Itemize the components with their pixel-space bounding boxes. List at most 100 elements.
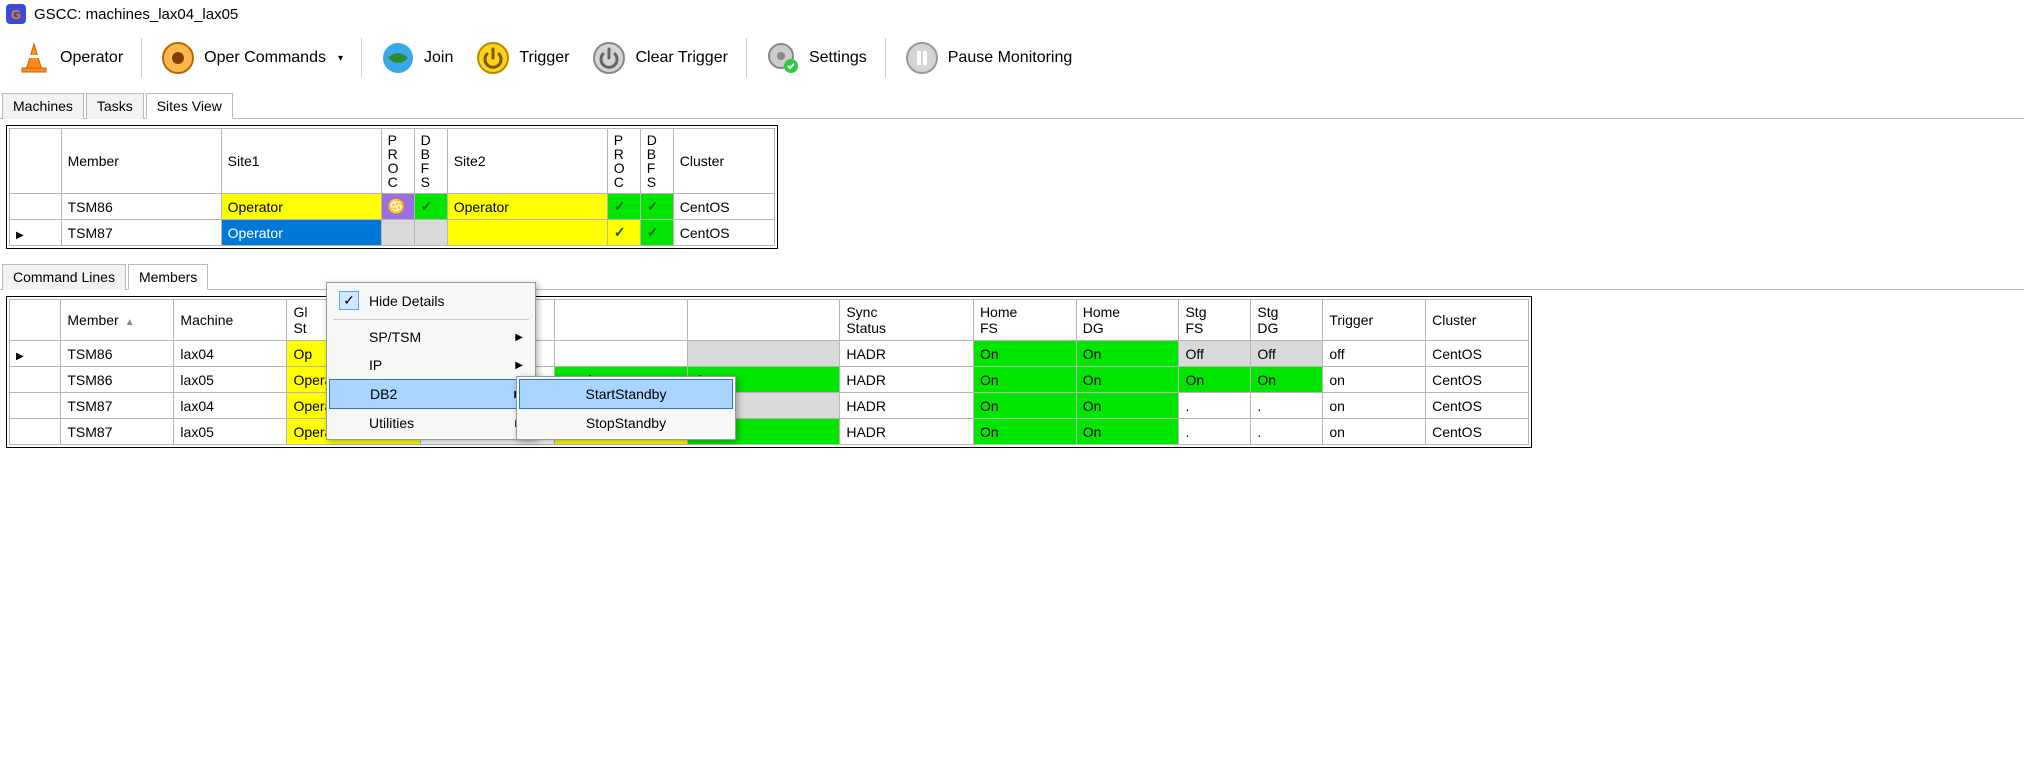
table-row[interactable]: TSM87 lax04 Operator Operator inactive O…	[10, 393, 1529, 419]
cell[interactable]: On	[1251, 367, 1323, 393]
cell-site2[interactable]: Operator	[447, 194, 607, 220]
cell-dbfs1[interactable]: ✓	[414, 194, 447, 220]
operator-button[interactable]: Operator	[6, 34, 133, 82]
tab-sites-view[interactable]: Sites View	[146, 93, 233, 119]
cell[interactable]: CentOS	[1426, 419, 1529, 445]
cell[interactable]	[554, 341, 688, 367]
join-button[interactable]: Join	[370, 34, 463, 82]
col-trigger[interactable]: Trigger	[1323, 300, 1426, 341]
menu-utilities[interactable]: Utilities ▶	[329, 409, 533, 437]
col-db2[interactable]	[554, 300, 688, 341]
cell-dbfs2[interactable]: ✓	[640, 194, 673, 220]
cell[interactable]: HADR	[840, 341, 974, 367]
cell[interactable]: On	[1076, 341, 1179, 367]
cell[interactable]: On	[973, 419, 1076, 445]
col-site1[interactable]: Site1	[221, 129, 381, 194]
cell[interactable]: On	[1179, 367, 1251, 393]
menu-stop-standby[interactable]: StopStandby	[519, 409, 733, 437]
tab-command-lines[interactable]: Command Lines	[2, 264, 126, 290]
cell-proc1[interactable]	[381, 220, 414, 246]
cell-dbfs2[interactable]: ✓	[640, 220, 673, 246]
col-sync[interactable]: SyncStatus	[840, 300, 974, 341]
cell[interactable]: lax04	[174, 393, 287, 419]
col-stg-fs[interactable]: StgFS	[1179, 300, 1251, 341]
cell[interactable]: .	[1179, 419, 1251, 445]
pause-monitoring-button[interactable]: Pause Monitoring	[894, 34, 1083, 82]
cell[interactable]: CentOS	[1426, 341, 1529, 367]
col-machine[interactable]: Machine	[174, 300, 287, 341]
tab-machines[interactable]: Machines	[2, 93, 84, 119]
cell[interactable]: off	[1323, 341, 1426, 367]
cell-site1[interactable]: Operator	[221, 220, 381, 246]
tab-members[interactable]: Members	[128, 264, 208, 290]
table-row[interactable]: TSM87 lax05 Operator Operator running_p_…	[10, 419, 1529, 445]
table-row[interactable]: ▶ TSM86 lax04 Op HADR On On Off Off off …	[10, 341, 1529, 367]
cell-cluster[interactable]: CentOS	[673, 194, 774, 220]
cell[interactable]: On	[973, 367, 1076, 393]
cell-proc2[interactable]: ✓	[607, 194, 640, 220]
cell-dbfs1[interactable]	[414, 220, 447, 246]
cell[interactable]: on	[1323, 367, 1426, 393]
col-home-fs[interactable]: HomeFS	[973, 300, 1076, 341]
col-site2[interactable]: Site2	[447, 129, 607, 194]
table-row[interactable]: ▶ TSM87 Operator ✓ ✓ CentOS	[10, 220, 775, 246]
col-member[interactable]: Member	[61, 129, 221, 194]
cell-site1[interactable]: Operator	[221, 194, 381, 220]
cell[interactable]: .	[1179, 393, 1251, 419]
cell[interactable]: On	[973, 393, 1076, 419]
cell[interactable]: On	[973, 341, 1076, 367]
col-proc2[interactable]: PROC	[607, 129, 640, 194]
oper-commands-button[interactable]: Oper Commands ▾	[150, 34, 353, 82]
cell[interactable]: On	[1076, 419, 1179, 445]
cell[interactable]: TSM86	[61, 341, 174, 367]
menu-sp-tsm[interactable]: SP/TSM ▶	[329, 323, 533, 351]
settings-button[interactable]: Settings	[755, 34, 877, 82]
table-row[interactable]: TSM86 Operator ♋ ✓ Operator ✓ ✓ CentOS	[10, 194, 775, 220]
cell[interactable]: lax04	[174, 341, 287, 367]
cell[interactable]: On	[1076, 393, 1179, 419]
cell-proc1[interactable]: ♋	[381, 194, 414, 220]
table-row[interactable]: TSM86 lax05 Operator Operator running_p_…	[10, 367, 1529, 393]
menu-ip[interactable]: IP ▶	[329, 351, 533, 379]
cell[interactable]: TSM86	[61, 367, 174, 393]
menu-db2[interactable]: DB2 ▶ StartStandby StopStandby	[329, 379, 533, 409]
cell[interactable]: lax05	[174, 367, 287, 393]
tab-tasks[interactable]: Tasks	[86, 93, 144, 119]
col-stg-dg[interactable]: StgDG	[1251, 300, 1323, 341]
clear-trigger-button[interactable]: Clear Trigger	[581, 34, 737, 82]
menu-hide-details[interactable]: ✓ Hide Details	[329, 285, 533, 316]
col-proc1[interactable]: PROC	[381, 129, 414, 194]
cell[interactable]: TSM87	[61, 393, 174, 419]
cell-member[interactable]: TSM87	[61, 220, 221, 246]
cell[interactable]: lax05	[174, 419, 287, 445]
cell[interactable]: on	[1323, 419, 1426, 445]
cell[interactable]: Off	[1179, 341, 1251, 367]
trigger-button[interactable]: Trigger	[465, 34, 579, 82]
cell[interactable]: HADR	[840, 393, 974, 419]
col-db2-state[interactable]	[688, 300, 840, 341]
cell-member[interactable]: TSM86	[61, 194, 221, 220]
context-menu[interactable]: ✓ Hide Details SP/TSM ▶ IP ▶ DB2 ▶ Start…	[326, 282, 536, 440]
col-dbfs1[interactable]: DBFS	[414, 129, 447, 194]
cell[interactable]	[688, 341, 840, 367]
cell[interactable]: on	[1323, 393, 1426, 419]
cell[interactable]: Off	[1251, 341, 1323, 367]
menu-start-standby[interactable]: StartStandby	[519, 379, 733, 409]
cell[interactable]: HADR	[840, 367, 974, 393]
cell[interactable]: .	[1251, 419, 1323, 445]
cell[interactable]: TSM87	[61, 419, 174, 445]
cell-cluster[interactable]: CentOS	[673, 220, 774, 246]
cell-proc2[interactable]: ✓	[607, 220, 640, 246]
col-dbfs2[interactable]: DBFS	[640, 129, 673, 194]
cell-site2[interactable]	[447, 220, 607, 246]
col-member[interactable]: Member▲	[61, 300, 174, 341]
cell[interactable]: .	[1251, 393, 1323, 419]
col-cluster[interactable]: Cluster	[1426, 300, 1529, 341]
cell[interactable]: CentOS	[1426, 393, 1529, 419]
col-home-dg[interactable]: HomeDG	[1076, 300, 1179, 341]
cell[interactable]: HADR	[840, 419, 974, 445]
cell[interactable]: On	[1076, 367, 1179, 393]
col-cluster[interactable]: Cluster	[673, 129, 774, 194]
cell[interactable]: CentOS	[1426, 367, 1529, 393]
db2-submenu[interactable]: StartStandby StopStandby	[516, 376, 736, 440]
